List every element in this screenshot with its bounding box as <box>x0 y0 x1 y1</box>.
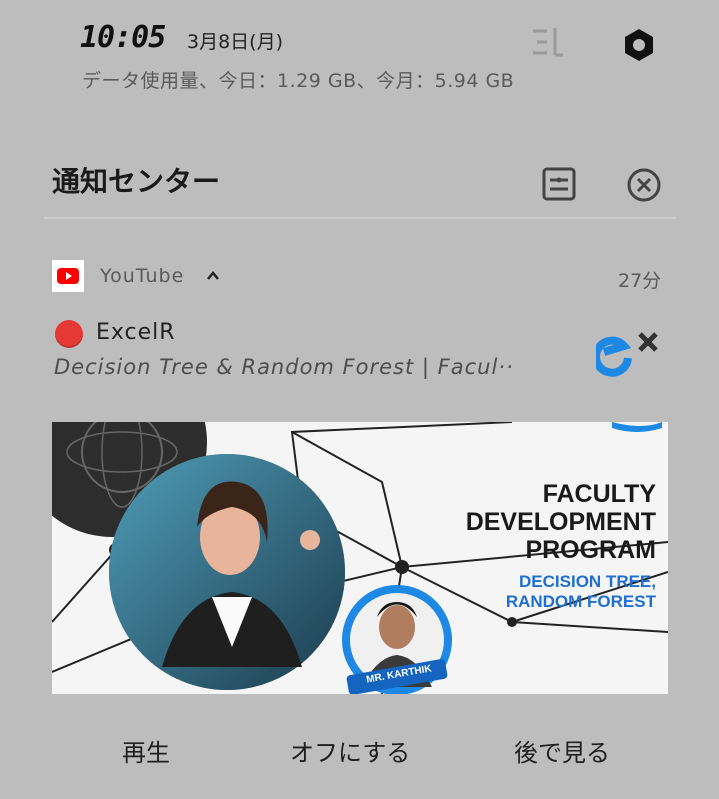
app-name: YouTube <box>100 265 185 287</box>
page-title: 通知センター <box>52 165 221 198</box>
video-title: Decision Tree & Random Forest | Facul·· <box>54 355 514 379</box>
turn-off-button[interactable]: オフにする <box>290 733 410 768</box>
header-divider <box>44 217 676 219</box>
manage-notifications-icon[interactable] <box>541 166 577 202</box>
thumbnail-headline-2: DEVELOPMENT <box>465 508 656 536</box>
clear-all-icon[interactable] <box>625 166 663 204</box>
edit-icon[interactable] <box>531 26 565 58</box>
excelr-logo-icon <box>596 332 658 377</box>
channel-name: ExcelR <box>96 320 176 345</box>
play-button[interactable]: 再生 <box>122 733 170 768</box>
notification-actions: 再生 オフにする 後で見る <box>0 723 719 783</box>
video-thumbnail[interactable]: FACULTY DEVELOPMENT PROGRAM DECISION TRE… <box>52 422 668 694</box>
status-bar: 10:05 3月8日(月) データ使用量、今日：1.29 GB、今月：5.94 … <box>0 0 719 120</box>
settings-icon[interactable] <box>621 27 657 63</box>
thumbnail-subline: DECISION TREE, RANDOM FOREST <box>506 572 656 612</box>
chevron-up-icon[interactable] <box>205 268 221 284</box>
youtube-icon <box>52 260 84 292</box>
thumbnail-headline-3: PROGRAM <box>525 536 656 564</box>
thumbnail-headline: FACULTY DEVELOPMENT PROGRAM <box>466 480 656 564</box>
watch-later-button[interactable]: 後で見る <box>514 733 610 768</box>
channel-avatar <box>55 320 83 348</box>
thumbnail-subline-1: DECISION TREE, <box>519 572 656 591</box>
thumbnail-subline-2: RANDOM FOREST <box>505 592 656 611</box>
notification-card[interactable]: YouTube 27分 ExcelR Decision Tree & Rando… <box>0 240 719 799</box>
data-usage-text: データ使用量、今日：1.29 GB、今月：5.94 GB <box>82 70 515 92</box>
status-date: 3月8日(月) <box>187 31 284 53</box>
notification-time: 27分 <box>618 270 662 292</box>
thumbnail-headline-1: FACULTY <box>542 480 656 508</box>
status-time: 10:05 <box>80 20 166 55</box>
